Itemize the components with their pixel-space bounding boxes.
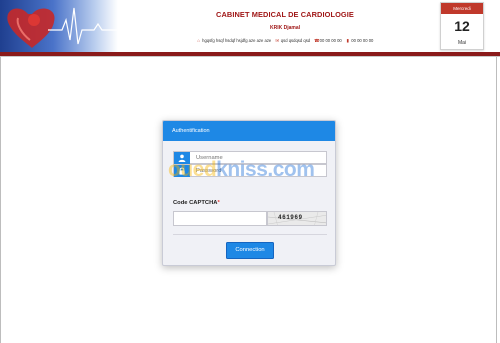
clinic-title: CABINET MEDICAL DE CARDIOLOGIE (216, 10, 354, 19)
mobile-contact: ▮ 00 00 00 00 (346, 38, 374, 43)
username-field (173, 151, 327, 164)
phone-icon: ☎ (314, 37, 320, 43)
card-divider (173, 234, 327, 235)
captcha-image: 461969 (267, 211, 327, 226)
required-marker: * (217, 200, 220, 206)
username-input[interactable] (196, 152, 324, 164)
phone-text: 00 00 00 00 (319, 38, 342, 43)
user-icon (174, 152, 190, 164)
auth-card-title: Authentification (163, 121, 335, 141)
clinic-contacts: ⌂ hgqsfg hsqf hsdqf hsjdfg aze aze aze ✉… (140, 38, 430, 43)
phone-contact: ☎ 00 00 00 00 (314, 38, 342, 43)
date-calendar: Mercredi 12 Mai (440, 2, 484, 50)
email-contact: ✉ qsd qsdqsd qsd (275, 38, 310, 43)
location-icon: ⌂ (197, 37, 200, 43)
email-text: qsd qsdqsd qsd (280, 38, 311, 43)
mobile-icon: ▮ (346, 37, 349, 43)
address-contact: ⌂ hgqsfg hsqf hsdqf hsjdfg aze aze aze (197, 37, 272, 43)
header-divider (0, 56, 500, 57)
calendar-month: Mai (457, 40, 467, 46)
page-right-border (496, 57, 497, 343)
auth-card: Authentification Code CAPTCHA* 46 (162, 120, 336, 266)
password-field (173, 164, 327, 177)
captcha-label-text: Code CAPTCHA (173, 200, 218, 206)
address-text: hgqsfg hsqf hsdqf hsjdfg aze aze aze (202, 38, 272, 43)
connection-button[interactable]: Connection (226, 242, 274, 259)
cardiology-banner-image (0, 0, 118, 52)
captcha-code: 461969 (278, 214, 303, 221)
envelope-icon: ✉ (275, 37, 280, 43)
mobile-text: 00 00 00 00 (351, 38, 374, 43)
captcha-label: Code CAPTCHA* (173, 200, 220, 206)
heart-ecg-illustration (7, 7, 118, 49)
page-left-border (0, 57, 1, 343)
doctor-name: KRIK Djamal (269, 25, 300, 31)
calendar-day: Mercredi (441, 3, 483, 14)
site-header: CABINET MEDICAL DE CARDIOLOGIE KRIK Djam… (0, 0, 500, 52)
calendar-date: 12 (454, 18, 470, 34)
lock-icon (174, 165, 190, 177)
password-input[interactable] (196, 165, 324, 177)
clinic-info: CABINET MEDICAL DE CARDIOLOGIE KRIK Djam… (140, 0, 430, 52)
captcha-input[interactable] (173, 211, 267, 226)
